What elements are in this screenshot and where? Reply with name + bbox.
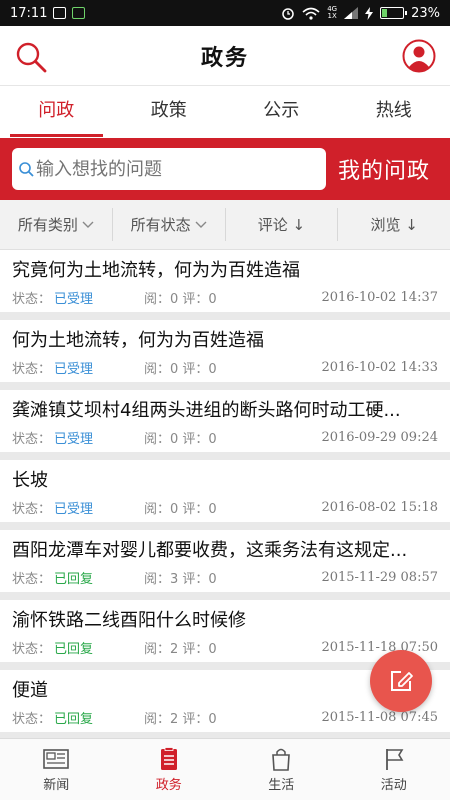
nav-activities[interactable]: 活动 (338, 739, 450, 800)
sort-comments[interactable]: 评论 ↓ (226, 208, 339, 241)
item-title: 长坡 (12, 470, 48, 491)
status-label: 状态： (12, 572, 52, 587)
item-date: 2016-10-02 14:33 (321, 360, 438, 375)
alarm-icon (282, 8, 294, 20)
list-item[interactable]: 龚滩镇艾坝村4组两头进组的断头路何时动工硬... 状态： 已受理 阅：0 评：0… (0, 390, 450, 452)
search-banner: 我的问政 (0, 138, 450, 200)
filter-category-label: 所有类别 (17, 216, 78, 234)
nav-news-label: 新闻 (43, 777, 70, 793)
battery-icon (380, 7, 408, 19)
item-title: 何为土地流转，何为为百姓造福 (12, 330, 264, 351)
status-badge: 已回复 (54, 712, 94, 727)
filter-status-label: 所有状态 (130, 216, 191, 234)
sort-views-label: 浏览 ↓ (370, 216, 418, 234)
status-badge: 已受理 (54, 292, 94, 307)
item-counts: 阅：0 评：0 (144, 292, 217, 307)
tab-gongshi[interactable]: 公示 (225, 87, 338, 137)
filter-bar: 所有类别 所有状态 评论 ↓ 浏览 ↓ (0, 200, 450, 250)
bottom-nav: 新闻 政务 生活 活动 (0, 738, 450, 800)
search-icon[interactable] (14, 40, 48, 74)
list-item[interactable]: 渝怀铁路二线酉阳什么时候修 状态： 已回复 阅：2 评：0 2015-11-18… (0, 600, 450, 662)
clipboard-icon (160, 746, 177, 770)
nav-government-label: 政务 (155, 777, 182, 793)
search-box[interactable] (12, 148, 326, 190)
item-counts: 阅：3 评：0 (144, 572, 217, 587)
nav-life-label: 生活 (268, 777, 295, 793)
network-type: 4G 1X (327, 5, 338, 20)
item-title: 龚滩镇艾坝村4组两头进组的断头路何时动工硬... (12, 400, 401, 421)
shopping-bag-icon (272, 748, 291, 771)
nav-news[interactable]: 新闻 (0, 739, 113, 800)
filter-status[interactable]: 所有状态 (113, 208, 226, 241)
app-notification-icon (72, 7, 86, 19)
page-title: 政务 (200, 45, 249, 71)
item-counts: 阅：0 评：0 (144, 502, 217, 517)
edit-icon (391, 671, 413, 691)
status-label: 状态： (12, 362, 52, 377)
status-label: 状态： (12, 432, 52, 447)
tab-wenzheng[interactable]: 问政 (0, 87, 113, 137)
tab-zhengce[interactable]: 政策 (113, 87, 226, 137)
battery-level: 23% (411, 5, 440, 21)
charging-icon (365, 6, 374, 20)
compose-button[interactable] (370, 650, 432, 712)
newspaper-icon (43, 748, 70, 769)
item-date: 2016-08-02 15:18 (321, 500, 438, 515)
list-item[interactable]: 何为土地流转，何为为百姓造福 状态： 已受理 阅：0 评：0 2016-10-0… (0, 320, 450, 382)
chevron-down-icon (195, 221, 207, 228)
user-avatar-icon[interactable] (402, 39, 436, 73)
signal-icon (344, 7, 359, 19)
list-item[interactable]: 长坡 状态： 已受理 阅：0 评：0 2016-08-02 15:18 (0, 460, 450, 522)
tab-rexian[interactable]: 热线 (338, 87, 450, 137)
search-input[interactable] (36, 158, 306, 180)
item-date: 2015-11-18 07:50 (321, 640, 438, 655)
status-badge: 已受理 (54, 432, 94, 447)
item-date: 2016-09-29 09:24 (321, 430, 438, 445)
item-counts: 阅：0 评：0 (144, 432, 217, 447)
nav-life[interactable]: 生活 (225, 739, 338, 800)
sort-comments-label: 评论 ↓ (257, 216, 306, 234)
item-title: 渝怀铁路二线酉阳什么时候修 (12, 610, 246, 631)
my-questions-button[interactable]: 我的问政 (338, 153, 430, 185)
status-badge: 已受理 (54, 502, 94, 517)
status-label: 状态： (12, 292, 52, 307)
item-date: 2016-10-02 14:37 (321, 290, 438, 305)
list-item[interactable]: 酉阳龙潭车对婴儿都要收费，这乘务法有这规定... 状态： 已回复 阅：3 评：0… (0, 530, 450, 592)
tab-bar: 问政 政策 公示 热线 (0, 87, 450, 137)
item-title: 究竟何为土地流转，何为为百姓造福 (12, 260, 300, 281)
search-field-icon (19, 162, 34, 177)
item-date: 2015-11-08 07:45 (321, 710, 438, 725)
item-counts: 阅：2 评：0 (144, 642, 217, 657)
notification-icon (53, 7, 67, 19)
sort-views[interactable]: 浏览 ↓ (338, 208, 450, 241)
nav-government[interactable]: 政务 (113, 739, 226, 800)
nav-activities-label: 活动 (380, 777, 407, 793)
chevron-down-icon (82, 221, 94, 228)
status-label: 状态： (12, 502, 52, 517)
status-badge: 已回复 (54, 642, 94, 657)
item-title: 酉阳龙潭车对婴儿都要收费，这乘务法有这规定... (12, 540, 408, 561)
status-badge: 已受理 (54, 362, 94, 377)
item-counts: 阅：0 评：0 (144, 362, 217, 377)
status-badge: 已回复 (54, 572, 94, 587)
status-time: 17:11 (10, 5, 48, 21)
item-date: 2015-11-29 08:57 (321, 570, 438, 585)
flag-icon (385, 748, 404, 770)
item-counts: 阅：2 评：0 (144, 712, 217, 727)
status-label: 状态： (12, 642, 52, 657)
list-item[interactable]: 究竟何为土地流转，何为为百姓造福 状态： 已受理 阅：0 评：0 2016-10… (0, 250, 450, 312)
filter-category[interactable]: 所有类别 (0, 208, 113, 241)
status-label: 状态： (12, 712, 52, 727)
wifi-icon (302, 7, 320, 20)
app-header: 政务 (0, 26, 450, 86)
status-bar: 17:11 4G 1X 23% (0, 0, 450, 26)
